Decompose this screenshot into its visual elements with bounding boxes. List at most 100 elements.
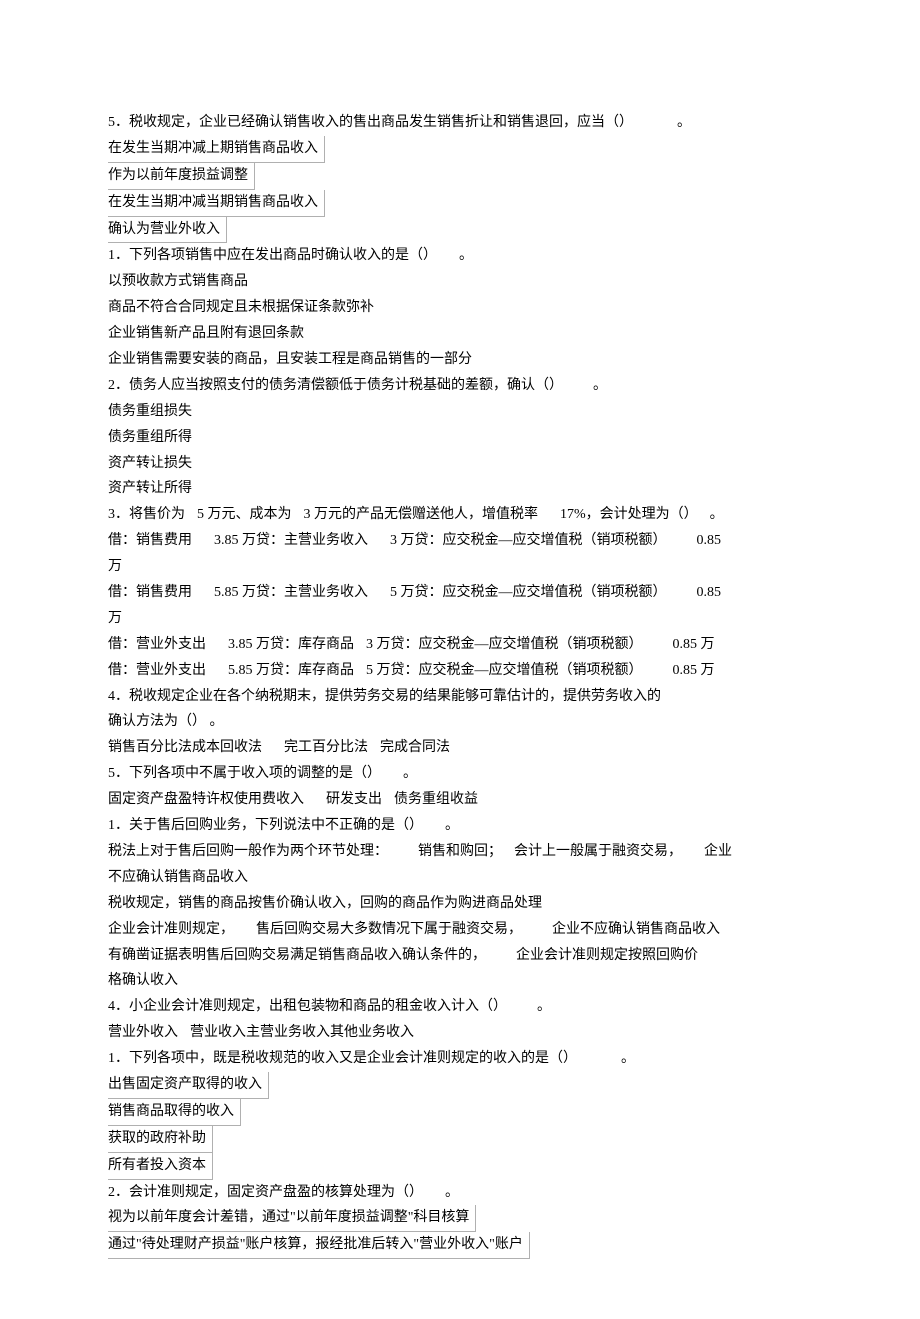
text: 。 [445,818,459,833]
q4-stem-l1: 4．税收规定企业在各个纳税期末，提供劳务交易的结果能够可靠估计的，提供劳务收入的 [108,684,820,710]
text: 5.85 万贷：主营业务收入 [214,585,368,600]
text: 。 [445,1185,459,1200]
text: 确认方法为（） 。 [108,714,224,729]
q4b-stem: 4．小企业会计准则规定，出租包装物和商品的租金收入计入（）。 [108,994,820,1020]
text: 。 [621,1051,635,1066]
text: 在发生当期冲减上期销售商品收入 [108,136,325,163]
q3-opt-a: 借：销售费用3.85 万贷：主营业务收入3 万贷：应交税金—应交增值税（销项税额… [108,528,820,554]
text: 企业不应确认销售商品收入 [552,922,720,937]
text: 企业 [704,844,732,859]
q5-opt-c: 在发生当期冲减当期销售商品收入 [108,190,820,217]
q1b-stem: 1．关于售后回购业务，下列说法中不正确的是（） 。 [108,813,820,839]
text: 0.85 [697,533,722,548]
q1b-opt-b: 税收规定，销售的商品按售价确认收入，回购的商品作为购进商品处理 [108,891,820,917]
text: 营业外收入 [108,1025,178,1040]
text: 借：销售费用 [108,585,192,600]
text: 1．关于售后回购业务，下列说法中不正确的是（） [108,818,423,833]
text: 债务重组收益 [394,792,478,807]
text: 3 万贷：应交税金—应交增值税（销项税额） [366,637,643,652]
text: 3 万元的产品无偿赠送他人，增值税率 [304,507,539,522]
q3-opt-a-cont: 万 [108,554,820,580]
text: 获取的政府补助 [108,1126,213,1153]
q3-stem: 3．将售价为5 万元、成本为3 万元的产品无偿赠送他人，增值税率17%，会计处理… [108,502,820,528]
q3-opt-b: 借：销售费用 5.85 万贷：主营业务收入 5 万贷：应交税金—应交增值税（销项税额… [108,580,820,606]
text: 商品不符合合同规定且未根据保证条款弥补 [108,300,374,315]
text: 格确认收入 [108,973,178,988]
text: 0.85 万 [673,637,715,652]
text: 万 [108,559,122,574]
text: 借：销售费用 [108,533,192,548]
text: 售后回购交易大多数情况下属于融资交易， [256,922,522,937]
text: 。 [537,999,551,1014]
q1b-opt-d-l2: 格确认收入 [108,968,820,994]
q2-opt-b: 债务重组所得 [108,425,820,451]
text: 出售固定资产取得的收入 [108,1072,269,1099]
text: 5 万贷：应交税金—应交增值税（销项税额） [366,663,643,678]
q4-options: 销售百分比法成本回收法完工百分比法完成合同法 [108,735,820,761]
text: 5 万贷：应交税金—应交增值税（销项税额） [390,585,667,600]
text: 会计上一般属于融资交易， [514,844,682,859]
text: 3．将售价为 [108,507,185,522]
text: 17%，会计处理为（） [560,507,698,522]
q3-opt-d: 借：营业外支出5.85 万贷：库存商品5 万贷：应交税金—应交增值税（销项税额）… [108,658,820,684]
q5b-stem: 5．下列各项中不属于收入项的调整的是（）。 [108,761,820,787]
q1-opt-c: 企业销售新产品且附有退回条款 [108,321,820,347]
q1-opt-a: 以预收款方式销售商品 [108,269,820,295]
text: 债务重组所得 [108,430,192,445]
text: 所有者投入资本 [108,1153,213,1180]
q2-opt-c: 资产转让损失 [108,451,820,477]
text: 固定资产盘盈特许权使用费收入 [108,792,304,807]
text: 销售百分比法成本回收法 [108,740,262,755]
q3-opt-c: 借：营业外支出3.85 万贷：库存商品3 万贷：应交税金—应交增值税（销项税额）… [108,632,820,658]
q5-stem: 5．税收规定，企业已经确认销售收入的售出商品发生销售折让和销售退回，应当（） 。 [108,110,820,136]
q3-opt-b-cont: 万 [108,606,820,632]
text: 万 [108,611,122,626]
text: 营业收入主营业务收入其他业务收入 [190,1025,414,1040]
q1-opt-b: 商品不符合合同规定且未根据保证条款弥补 [108,295,820,321]
q1c-opt-c: 获取的政府补助 [108,1126,820,1153]
text: 借：营业外支出 [108,663,206,678]
text: 。 [677,115,691,130]
text: 。 [593,378,607,393]
text: 完工百分比法 [284,740,368,755]
text: 有确凿证据表明售后回购交易满足销售商品收入确认条件的， [108,948,486,963]
text: 2．债务人应当按照支付的债务清偿额低于债务计税基础的差额，确认（） [108,378,563,393]
text: 税法上对于售后回购一般作为两个环节处理： [108,844,388,859]
text: 视为以前年度会计差错，通过"以前年度损益调整"科目核算 [108,1205,476,1232]
q5-opt-a: 在发生当期冲减上期销售商品收入 [108,136,820,163]
q1b-opt-c: 企业会计准则规定， 售后回购交易大多数情况下属于融资交易， 企业不应确认销售商品收入 [108,917,820,943]
q1-stem: 1．下列各项销售中应在发出商品时确认收入的是（）。 [108,243,820,269]
q1b-opt-d-l1: 有确凿证据表明售后回购交易满足销售商品收入确认条件的， 企业会计准则规定按照回购价 [108,943,820,969]
text: 5．税收规定，企业已经确认销售收入的售出商品发生销售折让和销售退回，应当（） [108,115,633,130]
text: 企业销售新产品且附有退回条款 [108,326,304,341]
q5-opt-d: 确认为营业外收入 [108,217,820,244]
text: 企业会计准则规定按照回购价 [516,948,698,963]
q1b-opt-a-l2: 不应确认销售商品收入 [108,865,820,891]
text: 在发生当期冲减当期销售商品收入 [108,190,325,217]
text: 确认为营业外收入 [108,217,227,244]
text: 企业会计准则规定， [108,922,234,937]
text: 不应确认销售商品收入 [108,870,248,885]
q4-stem-l2: 确认方法为（） 。 [108,709,820,735]
text: 0.85 [697,585,722,600]
text: 通过"待处理财产损益"账户核算，报经批准后转入"营业外收入"账户 [108,1232,530,1259]
q1c-stem: 1．下列各项中，既是税收规范的收入又是企业会计准则规定的收入的是（） 。 [108,1046,820,1072]
q2b-stem: 2．会计准则规定，固定资产盘盈的核算处理为（）。 [108,1180,820,1206]
q5-opt-b: 作为以前年度损益调整 [108,163,820,190]
text: 作为以前年度损益调整 [108,163,255,190]
text: 1．下列各项中，既是税收规范的收入又是企业会计准则规定的收入的是（） [108,1051,577,1066]
text: 债务重组损失 [108,404,192,419]
text: 借：营业外支出 [108,637,206,652]
text: 销售和购回； [418,844,502,859]
q2b-opt-a: 视为以前年度会计差错，通过"以前年度损益调整"科目核算 [108,1205,820,1232]
text: 税收规定，销售的商品按售价确认收入，回购的商品作为购进商品处理 [108,896,542,911]
text: 资产转让损失 [108,456,192,471]
q2-stem: 2．债务人应当按照支付的债务清偿额低于债务计税基础的差额，确认（） 。 [108,373,820,399]
text: 以预收款方式销售商品 [108,274,248,289]
q1c-opt-d: 所有者投入资本 [108,1153,820,1180]
text: 。 [403,766,417,781]
q5b-options: 固定资产盘盈特许权使用费收入研发支出债务重组收益 [108,787,820,813]
text: 。 [459,248,473,263]
text: 3.85 万贷：主营业务收入 [214,533,368,548]
text: 资产转让所得 [108,481,192,496]
